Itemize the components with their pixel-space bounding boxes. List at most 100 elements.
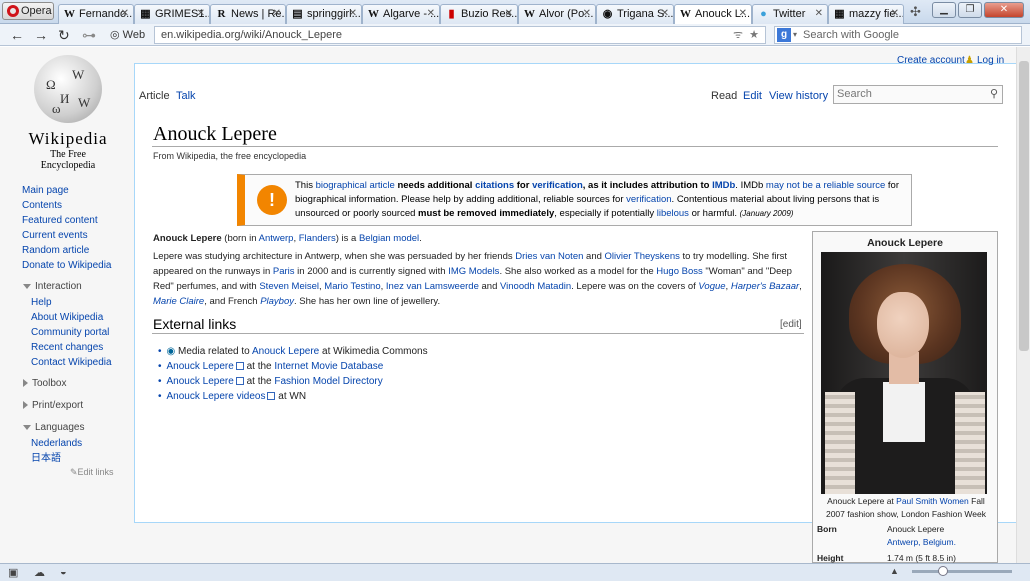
sidebar-item-current-events[interactable]: Current events (22, 228, 134, 243)
tab-view-history[interactable]: View history (769, 90, 828, 102)
sidebar-item-community-portal[interactable]: Community portal (31, 325, 143, 340)
reload-icon[interactable]: ↻ (58, 26, 70, 44)
close-tab-icon[interactable]: ✕ (427, 5, 435, 23)
article-link[interactable]: Steven Meisel (259, 281, 319, 292)
tab-edit[interactable]: Edit (743, 90, 762, 102)
sidebar-item-recent-changes[interactable]: Recent changes (31, 340, 143, 355)
cloud-icon[interactable]: ☁ (34, 566, 45, 579)
zoom-slider[interactable] (912, 566, 1012, 576)
page-scrollbar[interactable] (1016, 47, 1030, 563)
caption-link[interactable]: Paul Smith Women (896, 496, 969, 506)
zoom-up-icon[interactable]: ▲ (890, 566, 899, 576)
article-link[interactable]: Vinoodh Matadin (500, 281, 571, 292)
sidebar-item-donate[interactable]: Donate to Wikipedia (22, 258, 134, 273)
article-link[interactable]: Inez van Lamsweerde (386, 281, 479, 292)
browser-tab[interactable]: ▦GRIMES1....✕ (134, 4, 210, 24)
web-security-badge[interactable]: ◎ Web (110, 26, 154, 44)
article-link[interactable]: Mario Testino (324, 281, 380, 292)
forward-icon[interactable]: → (34, 26, 48, 44)
tab-read[interactable]: Read (711, 90, 737, 102)
notice-link[interactable]: verification (626, 194, 671, 205)
external-link[interactable]: Anouck Lepere (252, 346, 319, 357)
article-link[interactable]: Belgian model (359, 233, 419, 244)
sidebar-section-interaction[interactable]: Interaction (18, 281, 82, 292)
sidebar-item-main-page[interactable]: Main page (22, 183, 134, 198)
browser-tab[interactable]: ▮ Buzio Res... ✕ (440, 4, 518, 24)
new-tab-icon[interactable]: ✣ (910, 4, 921, 20)
browser-tab[interactable]: ● Twitter ✕ (752, 4, 828, 24)
opera-menu-button[interactable]: Opera (2, 2, 54, 20)
browser-tab-active[interactable]: W Anouck L... ✕ (674, 4, 752, 25)
notice-link[interactable]: verification (532, 180, 583, 191)
article-link[interactable]: Dries van Noten (515, 251, 583, 262)
panel-toggle-icon[interactable]: ▣ (8, 566, 18, 579)
article-link[interactable]: Playboy (260, 296, 294, 307)
close-tab-icon[interactable]: ✕ (739, 5, 747, 23)
scrollbar-thumb[interactable] (1019, 61, 1029, 351)
back-icon[interactable]: ← (10, 26, 24, 44)
browser-tab[interactable]: W Algarve - ... ✕ (362, 4, 440, 24)
portrait-image[interactable] (821, 252, 987, 494)
close-tab-icon[interactable]: ✕ (505, 5, 513, 23)
browser-tab[interactable]: ◉ Trigana S... ✕ (596, 4, 674, 24)
article-link[interactable]: IMG Models (448, 266, 499, 277)
sidebar-item-language-ja[interactable]: 日本語 (31, 451, 143, 466)
rss-icon[interactable]: ᯤ (733, 27, 743, 43)
wikipedia-logo[interactable]: ΩWИWω Wikipedia The Free Encyclopedia (22, 55, 114, 171)
sidebar-item-random-article[interactable]: Random article (22, 243, 134, 258)
notice-link[interactable]: biographical article (316, 180, 395, 191)
browser-tab[interactable]: W Fernando... ✕ (58, 4, 134, 24)
external-link[interactable]: Anouck Lepere videos (167, 391, 266, 402)
create-account-link[interactable]: Create account (897, 55, 965, 66)
close-tab-icon[interactable]: ✕ (661, 5, 669, 23)
edit-links-button[interactable]: ✎Edit links (70, 467, 114, 478)
close-tab-icon[interactable]: ✕ (583, 5, 591, 23)
sidebar-item-language-nl[interactable]: Nederlands (31, 436, 143, 451)
close-tab-icon[interactable]: ✕ (349, 5, 357, 23)
article-link[interactable]: Marie Claire (153, 296, 204, 307)
sidebar-item-contents[interactable]: Contents (22, 198, 134, 213)
close-tab-icon[interactable]: ✕ (121, 5, 129, 23)
minimize-icon[interactable]: ▁ (932, 2, 956, 18)
notice-link[interactable]: IMDb (712, 180, 735, 191)
article-link[interactable]: Hugo Boss (656, 266, 702, 277)
close-tab-icon[interactable]: ✕ (197, 5, 205, 23)
sidebar-item-about[interactable]: About Wikipedia (31, 310, 143, 325)
maximize-icon[interactable]: ❐ (958, 2, 982, 18)
browser-tab[interactable]: ▤ springgirl... ✕ (286, 4, 362, 24)
sidebar-section-toolbox[interactable]: Toolbox (18, 378, 66, 389)
sidebar-item-help[interactable]: Help (31, 295, 143, 310)
browser-tab[interactable]: R News | Re... ✕ (210, 4, 286, 24)
login-link[interactable]: Log in (977, 55, 1004, 66)
close-tab-icon[interactable]: ✕ (273, 5, 281, 23)
article-link[interactable]: Flanders (299, 233, 336, 244)
wiki-search-input[interactable]: Search ⚲ (833, 85, 1003, 104)
google-search-field[interactable]: g ▾ Search with Google (774, 26, 1022, 44)
sidebar-section-print-export[interactable]: Print/export (18, 400, 83, 411)
search-icon[interactable]: ⚲ (990, 86, 998, 103)
sidebar-item-featured-content[interactable]: Featured content (22, 213, 134, 228)
key-icon[interactable]: ⊶ (82, 26, 96, 44)
address-field[interactable]: en.wikipedia.org/wiki/Anouck_Lepere ᯤ ★ (154, 26, 766, 44)
zoom-slider-knob[interactable] (938, 566, 948, 576)
tab-talk[interactable]: Talk (176, 90, 196, 102)
section-edit-link[interactable]: [edit] (780, 319, 802, 330)
browser-tab[interactable]: W Alvor (Po... ✕ (518, 4, 596, 24)
sidebar-item-contact[interactable]: Contact Wikipedia (31, 355, 143, 370)
article-link[interactable]: Paris (273, 266, 295, 277)
article-link[interactable]: Fashion Model Directory (274, 376, 382, 387)
tab-article[interactable]: Article (139, 90, 170, 102)
close-window-icon[interactable]: ✕ (984, 2, 1024, 18)
notice-link[interactable]: citations (475, 180, 514, 191)
bookmark-star-icon[interactable]: ★ (749, 27, 759, 43)
external-link[interactable]: Anouck Lepere (167, 376, 234, 387)
notice-link[interactable]: may not be a reliable source (766, 180, 885, 191)
sidebar-section-languages[interactable]: Languages (18, 422, 85, 433)
article-link[interactable]: Harper's Bazaar (731, 281, 799, 292)
browser-tab[interactable]: ▦ mazzy fie... ✕ (828, 4, 904, 24)
article-link[interactable]: Internet Movie Database (274, 361, 383, 372)
article-link[interactable]: Olivier Theyskens (605, 251, 680, 262)
birthplace-link[interactable]: Antwerp, Belgium. (887, 537, 956, 547)
article-link[interactable]: Antwerp (259, 233, 294, 244)
article-link[interactable]: Vogue (698, 281, 725, 292)
